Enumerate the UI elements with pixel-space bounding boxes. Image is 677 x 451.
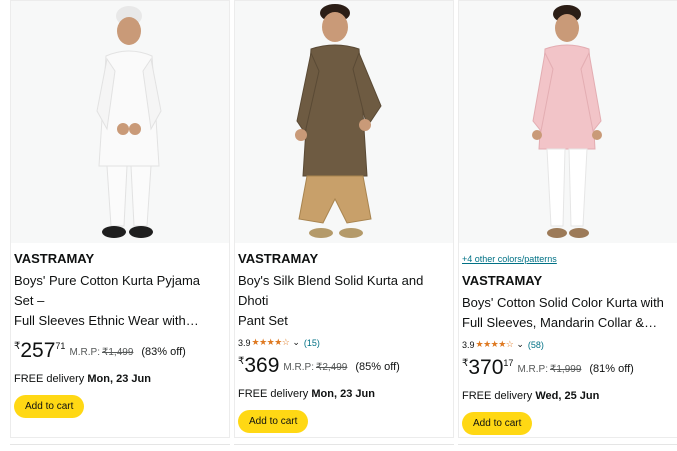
delivery-date: Mon, 23 Jun (87, 373, 151, 385)
product-title-line-2[interactable]: Full Sleeves Ethnic Wear with… (14, 311, 223, 331)
price-row[interactable]: ₹ 369 M.R.P: ₹2,499 (85% off) (238, 354, 447, 382)
delivery-info: FREE delivery Mon, 23 Jun (14, 373, 223, 385)
price-whole: 369 (244, 354, 280, 377)
review-count[interactable]: (58) (528, 340, 544, 350)
delivery-info: FREE delivery Wed, 25 Jun (462, 390, 671, 402)
star-icon[interactable]: ★★★★☆ (476, 339, 514, 350)
mrp-label: M.R.P: (69, 347, 100, 358)
product-brand: VASTRAMAY (238, 251, 319, 266)
delivery-info: FREE delivery Mon, 23 Jun (238, 388, 447, 400)
chevron-down-icon[interactable]: ⌄ (516, 339, 524, 350)
product-title[interactable]: Boys' Pure Cotton Kurta Pyjama Set – Ful… (14, 271, 223, 331)
star-icon[interactable]: ★★★★☆ (252, 337, 290, 348)
price-fraction: 17 (503, 358, 514, 368)
product-title-line-2[interactable]: Pant Set (238, 311, 447, 331)
product-title-line-1[interactable]: Boys' Cotton Solid Color Kurta with (462, 293, 671, 313)
product-image-1[interactable] (11, 1, 229, 243)
product-title-line-2[interactable]: Full Sleeves, Mandarin Collar &… (462, 313, 671, 333)
mrp-value: ₹1,999 (550, 364, 582, 375)
silk-kurta-dhoti-boy-image (295, 4, 382, 238)
product-title-line-1[interactable]: Boys' Pure Cotton Kurta Pyjama Set – (14, 271, 223, 311)
product-image-3[interactable] (459, 1, 677, 243)
color-options-link[interactable]: +4 other colors/patterns (462, 254, 671, 264)
price-row[interactable]: ₹ 370 17 M.R.P: ₹1,999 (81% off) (462, 356, 671, 384)
delivery-prefix: FREE delivery (14, 373, 85, 385)
chevron-down-icon[interactable]: ⌄ (292, 337, 300, 348)
rating-value: 3.9 (238, 337, 251, 348)
add-to-cart-button[interactable]: Add to cart (462, 412, 533, 435)
mrp-value: ₹1,499 (102, 347, 134, 358)
product-card-3[interactable]: +4 other colors/patterns VASTRAMAY Boys'… (458, 0, 677, 438)
product-image-2[interactable] (235, 1, 453, 243)
mrp-value: ₹2,499 (315, 362, 348, 373)
product-brand: VASTRAMAY (14, 251, 95, 266)
product-brand: VASTRAMAY (462, 273, 543, 288)
price-fraction: 71 (55, 341, 66, 351)
discount-percent: (85% off) (355, 361, 400, 373)
rating-row[interactable]: 3.9 ★★★★☆ ⌄ (15) (238, 337, 447, 348)
add-to-cart-button[interactable]: Add to cart (238, 410, 309, 433)
product-title[interactable]: Boys' Cotton Solid Color Kurta with Full… (462, 293, 671, 333)
discount-percent: (83% off) (141, 346, 186, 358)
discount-percent: (81% off) (589, 363, 634, 375)
price-whole: 370 (468, 356, 504, 379)
rating-row[interactable]: 3.9 ★★★★☆ ⌄ (58) (462, 339, 671, 350)
delivery-prefix: FREE delivery (462, 390, 533, 402)
product-card-2[interactable]: VASTRAMAY Boy's Silk Blend Solid Kurta a… (234, 0, 454, 438)
add-to-cart-button[interactable]: Add to cart (14, 395, 85, 418)
product-title-line-1[interactable]: Boy's Silk Blend Solid Kurta and Dhoti (238, 271, 447, 311)
product-card-1[interactable]: VASTRAMAY Boys' Pure Cotton Kurta Pyjama… (10, 0, 230, 438)
white-kurta-boy-image (96, 6, 162, 238)
mrp-label: M.R.P: (283, 362, 314, 373)
pink-kurta-boy-image (532, 5, 602, 238)
price-whole: 257 (20, 339, 56, 362)
product-title[interactable]: Boy's Silk Blend Solid Kurta and Dhoti P… (238, 271, 447, 331)
review-count[interactable]: (15) (304, 338, 320, 348)
mrp-label: M.R.P: (517, 364, 548, 375)
rating-value: 3.9 (462, 339, 475, 350)
delivery-prefix: FREE delivery (238, 388, 309, 400)
delivery-date: Mon, 23 Jun (311, 388, 375, 400)
price-row[interactable]: ₹ 257 71 M.R.P: ₹1,499 (83% off) (14, 339, 223, 367)
delivery-date: Wed, 25 Jun (535, 390, 600, 402)
